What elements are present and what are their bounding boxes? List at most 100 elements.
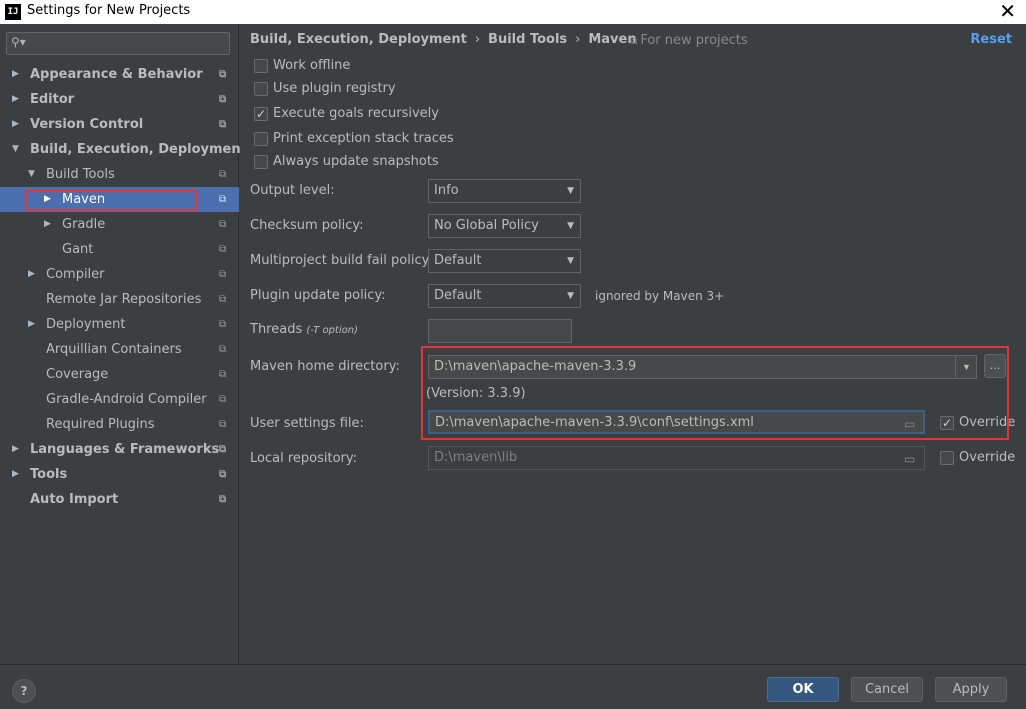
- tree-item-label: Required Plugins: [46, 417, 155, 432]
- project-scope-icon: ⧉: [219, 319, 227, 330]
- project-scope-icon: ⧉: [219, 169, 227, 180]
- collapse-arrow-icon[interactable]: ▼: [12, 137, 19, 162]
- project-scope-icon: ⧉: [219, 69, 227, 80]
- folder-icon[interactable]: ▭: [904, 452, 915, 466]
- project-scope-icon: ⧉: [219, 119, 227, 130]
- maven-settings-panel: Build, Execution, Deployment › Build Tools…: [240, 24, 1026, 664]
- input-value: D:\maven\apache-maven-3.3.9\conf\setting…: [435, 415, 754, 430]
- plugin-update-policy-select[interactable]: Default ▼: [428, 284, 581, 308]
- multiproject-fail-policy-label: Multiproject build fail policy:: [250, 253, 433, 268]
- user-settings-input[interactable]: D:\maven\apache-maven-3.3.9\conf\setting…: [428, 410, 925, 434]
- tree-item-label: Compiler: [46, 267, 105, 282]
- tree-item-build-execution-deployment[interactable]: ▼ Build, Execution, Deployment: [0, 137, 247, 162]
- tree-item-label: Auto Import: [30, 492, 119, 507]
- cancel-button[interactable]: Cancel: [851, 677, 923, 702]
- project-scope-icon: ⧉: [219, 369, 227, 380]
- always-update-snapshots-checkbox[interactable]: [254, 155, 268, 169]
- tree-item-languages-frameworks[interactable]: ▶ Languages & Frameworks ⧉: [0, 437, 239, 462]
- dropdown-arrow-icon: ▼: [567, 256, 574, 266]
- checkbox-label: Always update snapshots: [273, 154, 439, 169]
- maven-version-label: (Version: 3.3.9): [426, 386, 526, 401]
- checksum-policy-label: Checksum policy:: [250, 218, 364, 233]
- expand-arrow-icon[interactable]: ▶: [12, 462, 19, 487]
- expand-arrow-icon[interactable]: ▶: [28, 262, 35, 287]
- close-icon[interactable]: ✕: [999, 0, 1016, 22]
- expand-arrow-icon[interactable]: ▶: [12, 112, 19, 137]
- user-settings-override-checkbox[interactable]: ✓: [940, 416, 954, 430]
- threads-hint: (-T option): [306, 325, 358, 336]
- help-button[interactable]: ?: [12, 679, 36, 703]
- work-offline-checkbox[interactable]: [254, 59, 268, 73]
- project-scope-icon: ⧉: [219, 194, 227, 205]
- multiproject-fail-policy-select[interactable]: Default ▼: [428, 249, 581, 273]
- tree-item-label: Editor: [30, 92, 75, 107]
- reset-link[interactable]: Reset: [970, 32, 1012, 47]
- tree-item-label: Languages & Frameworks: [30, 442, 220, 457]
- project-scope-icon: ⧉: [219, 294, 227, 305]
- execute-goals-recursively-checkbox[interactable]: ✓: [254, 107, 268, 121]
- output-level-select[interactable]: Info ▼: [428, 179, 581, 203]
- breadcrumb-separator: ›: [474, 32, 481, 47]
- expand-arrow-icon[interactable]: ▶: [12, 87, 19, 112]
- tree-item-required-plugins[interactable]: Required Plugins ⧉: [0, 412, 239, 437]
- project-scope-icon: ⧉: [630, 36, 641, 47]
- tree-item-label: Tools: [30, 467, 68, 482]
- threads-input[interactable]: [428, 319, 572, 343]
- print-exception-checkbox[interactable]: [254, 132, 268, 146]
- tree-item-auto-import[interactable]: Auto Import ⧉: [0, 487, 239, 512]
- tree-item-remote-jar-repositories[interactable]: Remote Jar Repositories ⧉: [0, 287, 239, 312]
- tree-item-maven[interactable]: ▶ Maven ⧉: [0, 187, 239, 212]
- tree-item-gant[interactable]: Gant ⧉: [0, 237, 239, 262]
- expand-arrow-icon[interactable]: ▶: [44, 187, 51, 212]
- select-value: Default: [434, 253, 482, 268]
- folder-icon[interactable]: ▭: [904, 417, 915, 431]
- tree-item-appearance-behavior[interactable]: ▶ Appearance & Behavior ⧉: [0, 62, 239, 87]
- apply-button[interactable]: Apply: [935, 677, 1007, 702]
- project-scope-icon: ⧉: [219, 469, 227, 480]
- project-scope-icon: ⧉: [219, 494, 227, 505]
- local-repository-override-checkbox[interactable]: [940, 451, 954, 465]
- breadcrumb-item: Build, Execution, Deployment: [250, 32, 467, 47]
- project-scope-icon: ⧉: [219, 244, 227, 255]
- browse-maven-home-button[interactable]: ...: [984, 354, 1006, 378]
- tree-item-label: Maven: [62, 192, 106, 207]
- tree-item-label: Arquillian Containers: [46, 342, 182, 357]
- select-value: No Global Policy: [434, 218, 539, 233]
- project-scope-icon: ⧉: [219, 219, 227, 230]
- local-repository-input[interactable]: D:\maven\lib: [428, 446, 925, 470]
- expand-arrow-icon[interactable]: ▶: [12, 62, 19, 87]
- tree-item-coverage[interactable]: Coverage ⧉: [0, 362, 239, 387]
- project-scope-icon: ⧉: [219, 344, 227, 355]
- dropdown-arrow-icon: ▼: [567, 186, 574, 196]
- project-scope-icon: ⧉: [219, 94, 227, 105]
- expand-arrow-icon[interactable]: ▶: [44, 212, 51, 237]
- dropdown-arrow-icon[interactable]: ▼: [955, 355, 977, 379]
- tree-item-compiler[interactable]: ▶ Compiler ⧉: [0, 262, 239, 287]
- tree-item-deployment[interactable]: ▶ Deployment ⧉: [0, 312, 239, 337]
- checkbox-label: Override: [959, 450, 1016, 465]
- maven-home-input[interactable]: D:\maven\apache-maven-3.3.9: [428, 355, 977, 379]
- tree-item-version-control[interactable]: ▶ Version Control ⧉: [0, 112, 239, 137]
- tree-item-build-tools[interactable]: ▼ Build Tools ⧉: [0, 162, 239, 187]
- breadcrumb: Build, Execution, Deployment › Build Tools…: [250, 32, 637, 47]
- tree-item-editor[interactable]: ▶ Editor ⧉: [0, 87, 239, 112]
- threads-label: Threads (-T option): [250, 322, 358, 337]
- tree-item-gradle-android-compiler[interactable]: Gradle-Android Compiler ⧉: [0, 387, 239, 412]
- use-plugin-registry-checkbox[interactable]: [254, 82, 268, 96]
- project-scope-icon: ⧉: [219, 269, 227, 280]
- expand-arrow-icon[interactable]: ▶: [28, 312, 35, 337]
- tree-item-gradle[interactable]: ▶ Gradle ⧉: [0, 212, 239, 237]
- for-new-projects-text: For new projects: [640, 33, 748, 48]
- tree-item-tools[interactable]: ▶ Tools ⧉: [0, 462, 239, 487]
- checksum-policy-select[interactable]: No Global Policy ▼: [428, 214, 581, 238]
- ok-button[interactable]: OK: [767, 677, 839, 702]
- expand-arrow-icon[interactable]: ▶: [12, 437, 19, 462]
- dropdown-arrow-icon: ▼: [567, 291, 574, 301]
- threads-label-text: Threads: [250, 322, 303, 337]
- plugin-update-policy-label: Plugin update policy:: [250, 288, 386, 303]
- search-input[interactable]: ⚲▾: [6, 32, 230, 55]
- tree-item-label: Build Tools: [46, 167, 115, 182]
- collapse-arrow-icon[interactable]: ▼: [28, 162, 35, 187]
- tree-item-arquillian-containers[interactable]: Arquillian Containers ⧉: [0, 337, 239, 362]
- tree-item-label: Remote Jar Repositories: [46, 292, 202, 307]
